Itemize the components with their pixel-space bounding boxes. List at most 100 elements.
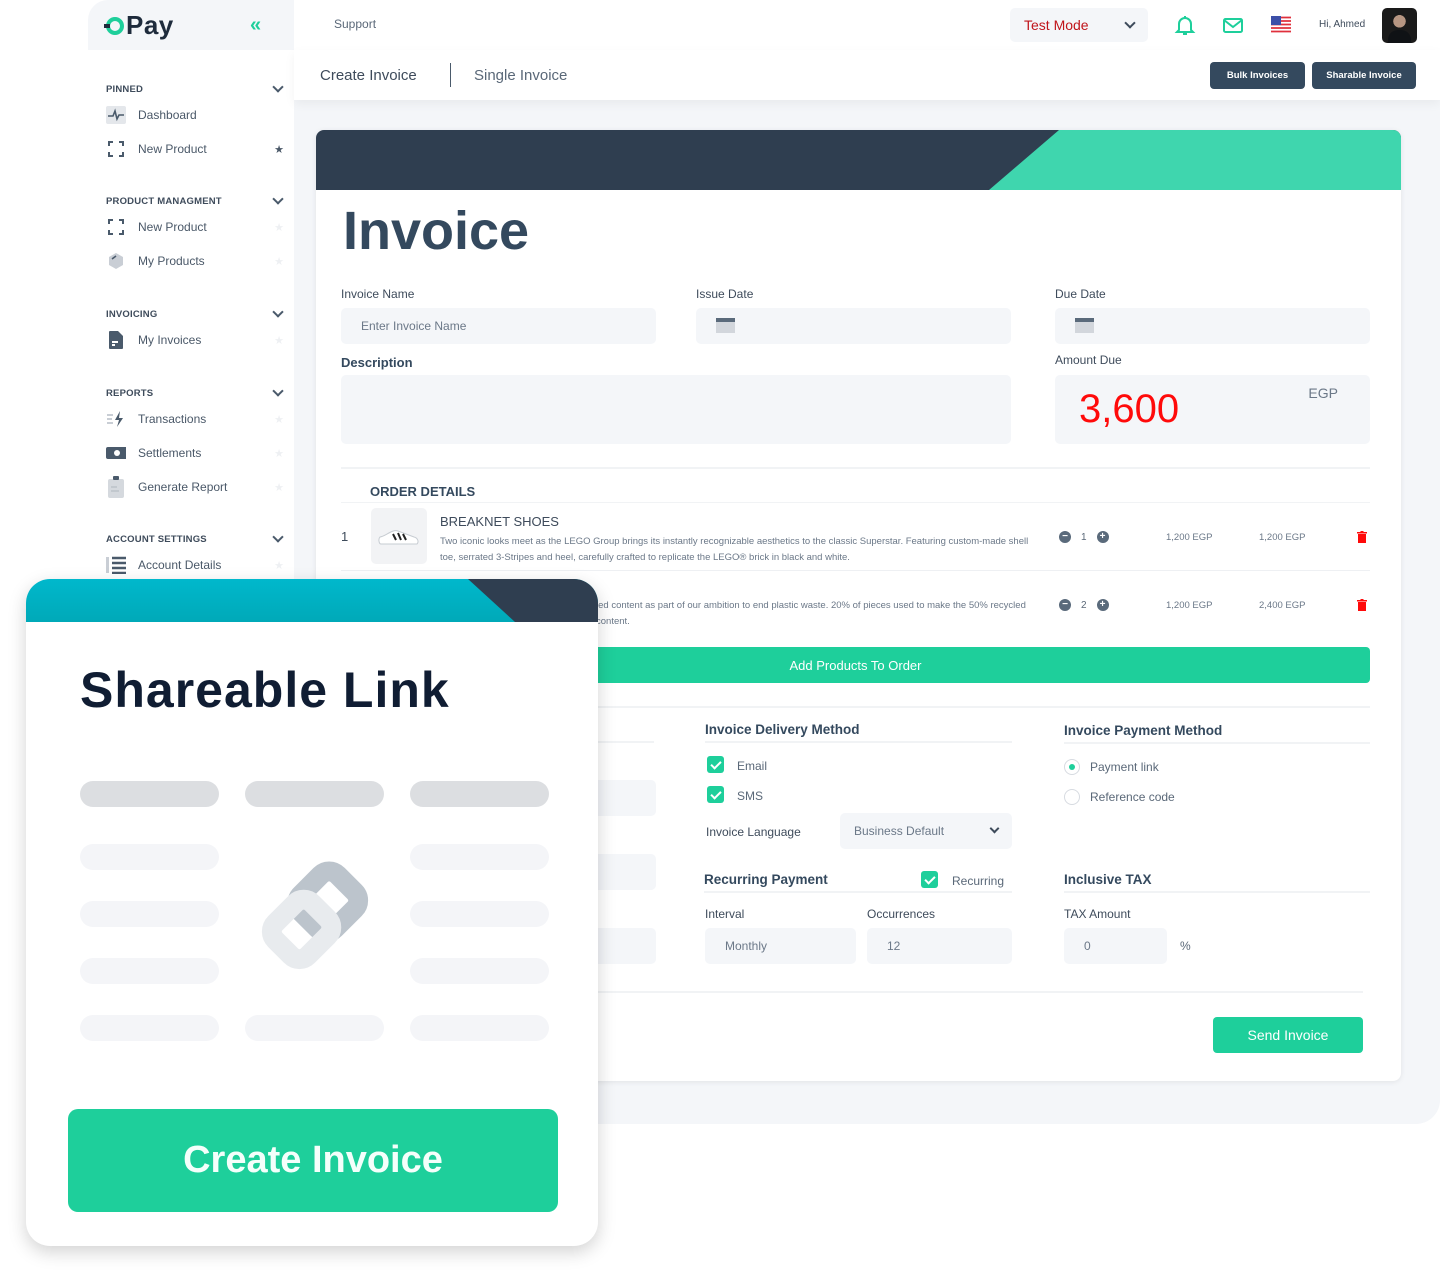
product-description: led content as part of our ambition to e…	[596, 600, 1026, 627]
create-invoice-button[interactable]: Create Invoice	[68, 1109, 558, 1212]
row-total: 1,200 EGP	[1259, 532, 1306, 543]
document-icon	[106, 330, 126, 350]
star-icon[interactable]: ★	[274, 447, 284, 460]
tax-unit: %	[1180, 939, 1191, 953]
product-description: Two iconic looks meet as the LEGO Group …	[440, 536, 1029, 563]
trash-icon[interactable]	[1357, 531, 1367, 543]
bell-icon[interactable]	[1174, 14, 1196, 36]
trash-icon[interactable]	[1357, 599, 1367, 611]
us-flag-icon[interactable]	[1270, 14, 1292, 36]
invoice-name-label: Invoice Name	[341, 287, 415, 301]
occurrences-label: Occurrences	[867, 907, 936, 921]
card-banner-accent	[989, 130, 1401, 190]
tax-amount-input[interactable]: 0	[1064, 928, 1167, 964]
payment-link-radio[interactable]	[1064, 759, 1080, 775]
minus-icon[interactable]: −	[1059, 531, 1071, 543]
recurring-checkbox[interactable]	[921, 871, 938, 888]
invoice-name-input[interactable]: Enter Invoice Name	[341, 308, 656, 344]
calendar-icon	[716, 318, 735, 333]
sharable-invoice-button[interactable]: Sharable Invoice	[1312, 62, 1416, 89]
star-icon[interactable]: ★	[274, 143, 284, 156]
mode-select[interactable]: Test Mode	[1010, 8, 1148, 42]
mail-icon[interactable]	[1222, 14, 1244, 36]
sidebar-item-generate-report[interactable]: Generate Report ★	[106, 470, 286, 504]
star-icon[interactable]: ★	[274, 559, 284, 572]
chevron-down-icon[interactable]	[272, 385, 284, 397]
order-details-title: ORDER DETAILS	[370, 484, 476, 499]
sidebar-item-transactions[interactable]: Transactions ★	[106, 402, 286, 436]
breadcrumb[interactable]: Create Invoice	[320, 67, 417, 84]
unit-price: 1,200 EGP	[1166, 532, 1213, 543]
row-total: 2,400 EGP	[1259, 600, 1306, 611]
amount-due-currency: EGP	[1308, 385, 1338, 401]
interval-input[interactable]: Monthly	[705, 928, 856, 964]
scan-frame-icon	[106, 217, 126, 237]
chevron-down-icon[interactable]	[272, 193, 284, 205]
amount-due-box: 3,600 EGP	[1055, 375, 1370, 444]
logo[interactable]: Pay	[104, 10, 174, 41]
nav-section-reports: REPORTS Transactions ★ Settlements ★ Gen…	[106, 384, 286, 504]
nav-section-account-settings: ACCOUNT SETTINGS Account Details ★	[106, 530, 286, 582]
due-date-label: Due Date	[1055, 287, 1106, 301]
email-option-label: Email	[737, 759, 768, 773]
star-icon[interactable]: ★	[274, 413, 284, 426]
issue-date-input[interactable]	[696, 308, 1011, 344]
sidebar-item-new-product-pinned[interactable]: New Product ★	[106, 132, 286, 166]
chevron-down-icon[interactable]	[272, 81, 284, 93]
invoice-language-select[interactable]: Business Default	[840, 813, 1012, 849]
description-textarea[interactable]	[341, 375, 1011, 444]
sidebar-item-my-products[interactable]: My Products ★	[106, 244, 286, 278]
payment-method-title: Invoice Payment Method	[1064, 723, 1223, 738]
support-link[interactable]: Support	[334, 17, 376, 31]
delivery-method-title: Invoice Delivery Method	[705, 722, 860, 737]
star-icon[interactable]: ★	[274, 221, 284, 234]
sms-checkbox[interactable]	[707, 786, 724, 803]
nav-section-header[interactable]: REPORTS	[106, 384, 286, 402]
order-row: 1 BREAKNET SHOES Two iconic looks meet a…	[341, 503, 1370, 571]
placeholder-bar	[80, 1015, 219, 1041]
bulk-invoices-button[interactable]: Bulk Invoices	[1210, 62, 1305, 89]
nav-section-header[interactable]: ACCOUNT SETTINGS	[106, 530, 286, 548]
sidebar-item-dashboard[interactable]: Dashboard	[106, 98, 286, 132]
row-index: 1	[341, 529, 349, 544]
page-header: Create Invoice Single Invoice Bulk Invoi…	[294, 50, 1440, 100]
double-chevron-left-icon[interactable]: «	[250, 14, 261, 37]
placeholder-bar	[410, 844, 549, 870]
sidebar-item-settlements[interactable]: Settlements ★	[106, 436, 286, 470]
send-invoice-button[interactable]: Send Invoice	[1213, 1017, 1363, 1053]
list-icon	[106, 555, 126, 575]
section-line	[1064, 742, 1370, 744]
nav-section-header[interactable]: INVOICING	[106, 305, 286, 323]
invoice-title: Invoice	[343, 201, 530, 261]
occurrences-input[interactable]: 12	[867, 928, 1012, 964]
placeholder-bar	[410, 1015, 549, 1041]
quantity-value: 1	[1081, 531, 1087, 543]
star-icon[interactable]: ★	[274, 255, 284, 268]
placeholder-bar	[410, 901, 549, 927]
interval-label: Interval	[705, 907, 745, 921]
section-line	[704, 891, 1012, 893]
star-icon[interactable]: ★	[274, 334, 284, 347]
topbar: Support Test Mode Hi, Ahmed	[294, 0, 1440, 50]
invoice-language-label: Invoice Language	[706, 825, 801, 839]
star-icon[interactable]: ★	[274, 481, 284, 494]
plus-icon[interactable]: +	[1096, 599, 1109, 611]
chevron-down-icon[interactable]	[272, 306, 284, 318]
divider	[341, 467, 1370, 469]
user-greeting: Hi, Ahmed	[1319, 19, 1366, 30]
avatar[interactable]	[1382, 8, 1417, 43]
breadcrumb-divider	[450, 63, 451, 87]
minus-icon[interactable]: −	[1059, 599, 1071, 611]
nav-section-header[interactable]: PRODUCT MANAGMENT	[106, 192, 286, 210]
sidebar-item-new-product[interactable]: New Product ★	[106, 210, 286, 244]
sidebar-item-my-invoices[interactable]: My Invoices ★	[106, 323, 286, 357]
sidebar-item-account-details[interactable]: Account Details ★	[106, 548, 286, 582]
chevron-down-icon	[989, 823, 1000, 834]
nav-section-header[interactable]: PINNED	[106, 80, 286, 98]
reference-code-radio[interactable]	[1064, 789, 1080, 805]
plus-icon[interactable]: +	[1096, 531, 1109, 543]
email-checkbox[interactable]	[707, 756, 724, 773]
chevron-down-icon[interactable]	[272, 531, 284, 543]
due-date-input[interactable]	[1055, 308, 1370, 344]
share-card-title: Shareable Link	[80, 662, 450, 718]
